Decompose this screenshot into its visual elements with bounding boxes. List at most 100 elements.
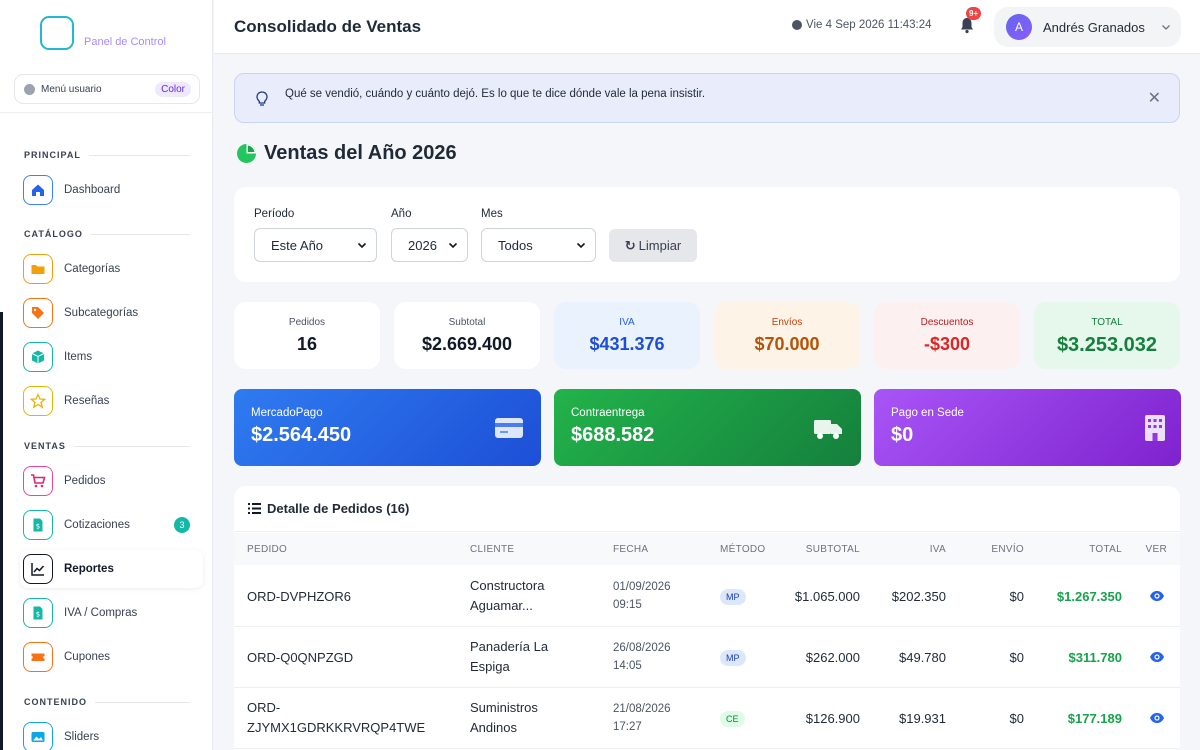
sidebar-item-reportes[interactable]: Reportes	[20, 550, 203, 588]
method-badge: MP	[720, 650, 746, 666]
sidebar-item-label: Cotizaciones	[64, 519, 130, 531]
user-menu-label: Menú usuario	[41, 83, 102, 95]
sidebar-item-cotizaciones[interactable]: $ Cotizaciones 3	[20, 506, 203, 544]
column-header[interactable]: TOTAL	[1089, 544, 1122, 555]
iva-cell: $49.780	[899, 650, 946, 665]
table-row: ORD- ZJYMX1GDRKKRVRQP4TWE Suministros An…	[234, 688, 1180, 749]
orders-table-card: Detalle de Pedidos (16) PEDIDO CLIENTE F…	[234, 486, 1180, 750]
payment-label: Contraentrega	[571, 407, 645, 419]
stat-label: Descuentos	[920, 317, 974, 328]
stat-label: Subtotal	[448, 317, 486, 328]
eye-icon[interactable]	[1149, 588, 1165, 604]
top-header: Consolidado de Ventas Vie 4 Sep 2026 11:…	[214, 0, 1200, 54]
order-id-line: ZJYMX1GDRKKRVRQP4TWE	[247, 720, 426, 735]
total-cell: $177.189	[1067, 711, 1122, 726]
lightbulb-icon	[256, 91, 268, 106]
close-icon[interactable]: ✕	[1148, 88, 1161, 108]
sidebar-item-sliders[interactable]: Sliders	[20, 718, 203, 750]
pie-chart-icon	[237, 144, 256, 163]
mes-value: Todos	[498, 237, 533, 253]
tag-icon	[23, 298, 53, 328]
order-id: ORD- ZJYMX1GDRKKRVRQP4TWE	[247, 698, 425, 738]
order-date: 21/08/2026 17:27	[613, 700, 671, 736]
date-line: 26/08/2026	[613, 642, 671, 654]
clear-label: Limpiar	[638, 238, 682, 253]
alert-text: Qué se vendió, cuándo y cuánto dejó. Es …	[285, 88, 706, 100]
sidebar-item-resenas[interactable]: Reseñas	[20, 382, 203, 420]
star-icon	[23, 386, 53, 416]
svg-text:$: $	[36, 611, 40, 619]
truck-icon	[814, 420, 842, 439]
total-cell: $1.267.350	[1056, 589, 1122, 604]
clear-filters-button[interactable]: ↻ Limpiar	[609, 229, 697, 262]
stat-value: $70.000	[754, 334, 820, 354]
card-pago-sede: Pago en Sede $0	[874, 389, 1181, 466]
user-menu-button[interactable]: Menú usuario Color	[14, 74, 200, 104]
sidebar-item-items[interactable]: Items	[20, 338, 203, 376]
total-cell: $311.780	[1068, 650, 1122, 665]
invoice-icon: $	[23, 510, 53, 540]
anio-select[interactable]: 2026	[391, 228, 468, 262]
column-header[interactable]: MÉTODO	[720, 544, 766, 555]
subtotal-cell: $1.065.000	[794, 589, 860, 604]
section-label: CONTENIDO	[24, 697, 87, 707]
count-badge: 3	[174, 517, 190, 533]
stat-envios: Envíos $70.000	[714, 302, 860, 369]
home-icon	[23, 175, 53, 205]
building-icon	[1145, 415, 1165, 441]
date-line: 01/09/2026	[613, 581, 671, 593]
order-id-line: ORD-	[247, 700, 281, 715]
column-header[interactable]: IVA	[930, 544, 946, 555]
sidebar: Panel de Control Menú usuario Color PRIN…	[0, 0, 213, 750]
column-header[interactable]: FECHA	[613, 544, 648, 555]
sidebar-item-pedidos[interactable]: Pedidos	[20, 462, 203, 500]
sidebar-item-label: Cupones	[64, 651, 111, 663]
svg-text:$: $	[36, 523, 40, 531]
user-profile-button[interactable]: A Andrés Granados	[994, 7, 1181, 47]
sidebar-item-categorias[interactable]: Categorías	[20, 250, 203, 288]
eye-icon[interactable]	[1149, 649, 1165, 665]
stat-value: $3.253.032	[1056, 334, 1158, 356]
table-row: ORD-Q0QNPZGD Panadería La Espiga 26/08/2…	[234, 627, 1180, 688]
stat-subtotal: Subtotal $2.669.400	[394, 302, 540, 369]
periodo-select[interactable]: Este Año	[254, 228, 377, 262]
payment-value: $0	[891, 424, 914, 446]
chevron-down-icon	[357, 242, 367, 249]
refresh-icon: ↻	[624, 237, 636, 253]
stat-label: Pedidos	[288, 317, 326, 328]
column-header[interactable]: CLIENTE	[470, 544, 514, 555]
mes-select[interactable]: Todos	[481, 228, 596, 262]
column-header[interactable]: VER	[1146, 544, 1167, 555]
column-header[interactable]: PEDIDO	[247, 544, 287, 555]
logo-icon[interactable]	[40, 16, 74, 50]
eye-icon[interactable]	[1149, 710, 1165, 726]
sidebar-item-label: Subcategorías	[64, 307, 139, 319]
card-contraentrega: Contraentrega $688.582	[554, 389, 861, 466]
client-line: Andinos	[470, 720, 517, 735]
color-chip[interactable]: Color	[155, 81, 191, 97]
credit-card-icon	[495, 418, 523, 438]
info-alert: Qué se vendió, cuándo y cuánto dejó. Es …	[234, 73, 1180, 123]
envio-cell: $0	[1009, 711, 1024, 726]
palette-icon	[24, 83, 35, 95]
column-header[interactable]: ENVÍO	[991, 544, 1024, 555]
receipt-icon: $	[23, 598, 53, 628]
iva-cell: $19.931	[899, 711, 946, 726]
column-header[interactable]: SUBTOTAL	[806, 544, 860, 555]
order-date: 01/09/2026 09:15	[613, 578, 671, 614]
list-icon	[248, 503, 261, 514]
periodo-value: Este Año	[271, 237, 324, 253]
subtotal-cell: $126.900	[805, 711, 860, 726]
section-label: PRINCIPAL	[24, 150, 81, 160]
chevron-down-icon	[1162, 25, 1170, 30]
sidebar-item-subcategorias[interactable]: Subcategorías	[20, 294, 203, 332]
sidebar-item-iva-compras[interactable]: $ IVA / Compras	[20, 594, 203, 632]
sidebar-item-dashboard[interactable]: Dashboard	[20, 171, 203, 209]
sidebar-item-cupones[interactable]: Cupones	[20, 638, 203, 676]
sidebar-item-label: Items	[64, 351, 93, 363]
brand-text: Panel de Control	[84, 36, 166, 48]
payment-label: MercadoPago	[251, 407, 323, 419]
payment-value: $688.582	[571, 424, 655, 446]
stat-label: Envíos	[771, 317, 803, 328]
card-mercadopago: MercadoPago $2.564.450	[234, 389, 541, 466]
